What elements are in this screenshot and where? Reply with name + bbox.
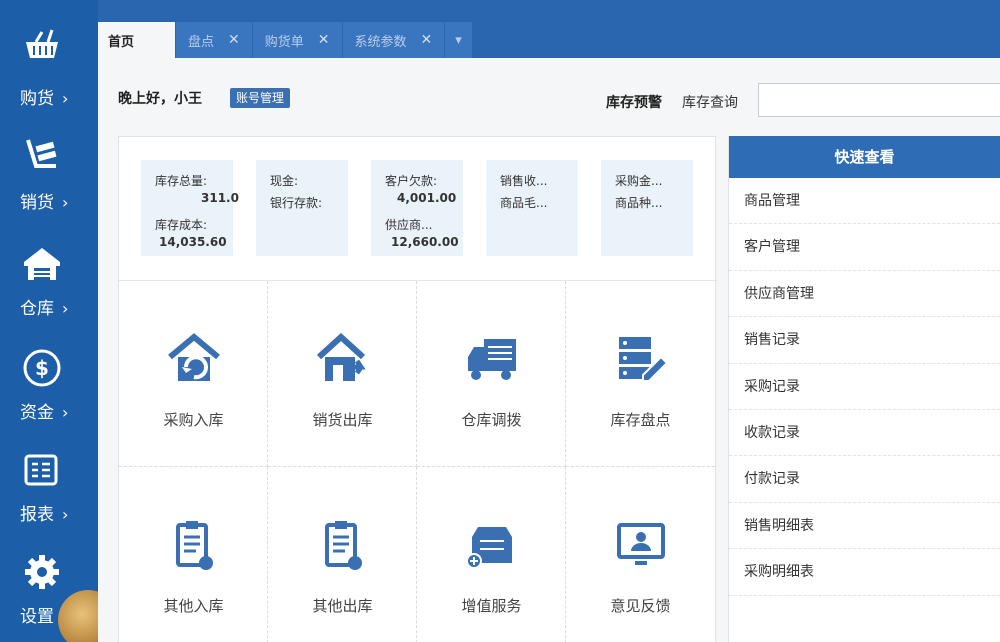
server-edit-icon [619, 337, 669, 382]
main-content: 晚上好，小王 账号管理 库存预警 库存查询 库存总量: 311.0 库存成本: … [98, 58, 1000, 642]
action-label: 其他入库 [163, 597, 224, 615]
quick-item-purchase-records[interactable]: 采购记录 [729, 364, 1000, 410]
stock-search-input[interactable] [758, 83, 1000, 117]
action-label: 库存盘点 [610, 411, 671, 429]
tab-bar: 首页 盘点 ✕ 购货单 ✕ 系统参数 ✕ ▾ [98, 0, 1000, 58]
action-transfer[interactable]: 仓库调拨 [417, 281, 566, 467]
close-icon[interactable]: ✕ [421, 32, 433, 48]
stat-label: 商品种... [615, 196, 663, 210]
stat-card-cash[interactable]: 现金: 银行存款: [256, 160, 348, 256]
stat-label: 供应商... [385, 218, 433, 232]
quick-item-payment-records[interactable]: 付款记录 [729, 456, 1000, 503]
chevron-down-icon: ▾ [455, 32, 462, 48]
action-grid: 采购入库 销货出库 仓库调拨 库存盘点 其他入库 其他出库 增值服务 意见反馈 [119, 281, 717, 642]
action-label: 意见反馈 [610, 597, 671, 615]
account-manage-button[interactable]: 账号管理 [230, 88, 291, 108]
tab-label: 系统参数 [354, 34, 407, 50]
action-purchase-in[interactable]: 采购入库 [119, 281, 268, 467]
quick-item-sales-details[interactable]: 销售明细表 [729, 503, 1000, 550]
sidebar: 购货 › 销货 › 仓库 › $ 资金 › 报表 › 设置 [0, 0, 118, 642]
monitor-user-icon [617, 523, 665, 565]
stat-value: 311.0 [201, 191, 239, 205]
sidebar-item-reports[interactable]: 报表 › [0, 416, 98, 525]
sidebar-item-label: 设置 [20, 607, 54, 627]
quick-item-sales-records[interactable]: 销售记录 [729, 317, 1000, 364]
gear-icon [25, 555, 59, 589]
svg-text:$: $ [35, 356, 49, 380]
sidebar-item-sales[interactable]: 销货 › [0, 104, 98, 213]
tab-dropdown[interactable]: ▾ [445, 22, 473, 58]
action-label: 采购入库 [163, 411, 224, 429]
stat-value: 4,001.00 [397, 191, 457, 205]
stock-query-label: 库存查询 [682, 95, 738, 111]
stat-label: 库存总量: [155, 174, 208, 188]
action-other-in[interactable]: 其他入库 [119, 467, 268, 642]
action-label: 销货出库 [312, 411, 373, 429]
stat-label: 销售收... [500, 174, 548, 188]
action-label: 其他出库 [312, 597, 373, 615]
truck-icon [468, 339, 516, 380]
stat-label: 库存成本: [155, 218, 208, 232]
stat-card-sales[interactable]: 销售收... 商品毛... [486, 160, 578, 256]
stat-label: 客户欠款: [385, 174, 438, 188]
sidebar-item-purchase[interactable]: 购货 › [0, 0, 98, 109]
cart-icon [26, 139, 57, 168]
stats-row: 库存总量: 311.0 库存成本: 14,035.60 现金: 银行存款: 客户… [119, 137, 717, 281]
tab-home[interactable]: 首页 [98, 22, 176, 58]
tab-label: 盘点 [188, 34, 215, 50]
stat-value: 14,035.60 [159, 235, 227, 249]
stat-card-receivables[interactable]: 客户欠款: 4,001.00 供应商... 12,660.00 [371, 160, 463, 256]
greeting: 晚上好，小王 [118, 91, 202, 107]
stock-warning-link[interactable]: 库存预警 [606, 92, 662, 112]
action-sales-out[interactable]: 销货出库 [268, 281, 417, 467]
quick-item-purchase-details[interactable]: 采购明细表 [729, 549, 1000, 596]
clipboard-in-icon [176, 521, 213, 570]
tab-stocktake[interactable]: 盘点 ✕ [176, 22, 253, 58]
dashboard-panel: 库存总量: 311.0 库存成本: 14,035.60 现金: 银行存款: 客户… [118, 136, 717, 642]
box-plus-icon [466, 527, 512, 569]
quick-item-suppliers[interactable]: 供应商管理 [729, 271, 1000, 318]
action-feedback[interactable]: 意见反馈 [566, 467, 715, 642]
stat-label: 银行存款: [270, 196, 323, 210]
house-out-icon [316, 333, 366, 381]
action-label: 增值服务 [461, 597, 522, 615]
tab-label: 首页 [108, 34, 135, 50]
quick-item-receipt-records[interactable]: 收款记录 [729, 410, 1000, 457]
dollar-icon: $ [23, 349, 61, 387]
clipboard-out-icon [325, 521, 362, 570]
tab-purchase-order[interactable]: 购货单 ✕ [252, 22, 343, 58]
quick-view-title: 快速查看 [729, 136, 1000, 178]
warehouse-icon [24, 248, 60, 280]
report-icon [24, 454, 58, 486]
tab-system-params[interactable]: 系统参数 ✕ [342, 22, 446, 58]
stat-label: 采购金... [615, 174, 663, 188]
action-other-out[interactable]: 其他出库 [268, 467, 417, 642]
action-label: 仓库调拨 [461, 411, 522, 429]
stat-card-purchase[interactable]: 采购金... 商品种... [601, 160, 693, 256]
stat-label: 商品毛... [500, 196, 548, 210]
stat-label: 现金: [270, 174, 299, 188]
action-value-added[interactable]: 增值服务 [417, 467, 566, 642]
basket-icon [26, 29, 58, 58]
stat-value: 12,660.00 [391, 235, 459, 249]
close-icon[interactable]: ✕ [228, 32, 240, 48]
stat-card-inventory[interactable]: 库存总量: 311.0 库存成本: 14,035.60 [141, 160, 239, 256]
quick-item-products[interactable]: 商品管理 [729, 178, 1000, 225]
action-stocktake[interactable]: 库存盘点 [566, 281, 715, 467]
house-in-icon [168, 333, 220, 381]
quick-item-customers[interactable]: 客户管理 [729, 224, 1000, 271]
tab-label: 购货单 [264, 34, 304, 50]
sidebar-item-funds[interactable]: $ 资金 › [0, 312, 98, 423]
quick-view-panel: 快速查看 商品管理 客户管理 供应商管理 销售记录 采购记录 收款记录 付款记录… [728, 136, 1000, 642]
sidebar-item-warehouse[interactable]: 仓库 › [0, 208, 98, 319]
close-icon[interactable]: ✕ [318, 32, 330, 48]
